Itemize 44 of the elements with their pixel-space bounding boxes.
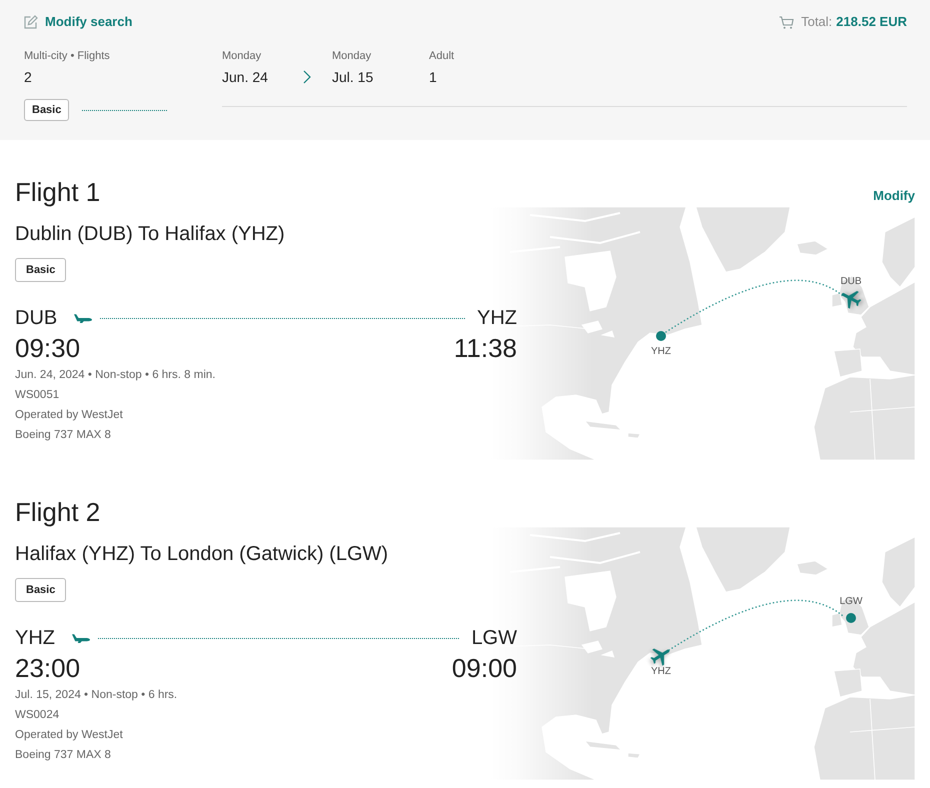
total-label: Total: [801, 13, 832, 31]
arrival-code: LGW [471, 626, 517, 650]
departure-code: DUB [15, 306, 58, 330]
weekday-label: Monday [222, 49, 262, 64]
edit-icon [24, 15, 38, 29]
cart-icon [779, 16, 794, 28]
operator-text: Operated by WestJet [15, 408, 124, 423]
date-value: Jun. 24 [222, 68, 269, 87]
airport-label: LGW [840, 596, 862, 608]
fare-tag: Basic [15, 258, 66, 282]
arrival-time: 11:38 [454, 333, 517, 363]
route-title: Halifax (YHZ) To London (Gatwick) (LGW) [15, 542, 390, 566]
plane-takeoff-icon [74, 313, 92, 323]
operator-text: Operated by WestJet [15, 728, 124, 743]
chevron-right-icon [303, 70, 311, 84]
weekday-label: Monday [332, 49, 372, 64]
passenger-label: Adult [429, 49, 454, 64]
flight-number: WS0051 [15, 388, 60, 403]
total-price: 218.52 EUR [836, 13, 907, 31]
date-value: Jul. 15 [332, 68, 374, 87]
departure-time: 09:30 [15, 333, 80, 363]
plane-takeoff-icon [72, 633, 90, 643]
flight-title: Flight 1 [15, 177, 102, 207]
modify-link[interactable]: Modify [873, 187, 915, 205]
airport-label: YHZ [651, 666, 671, 678]
passenger-count: 1 [429, 68, 438, 87]
flight-title: Flight 2 [15, 497, 102, 527]
trip-details: Jun. 24, 2024 • Non-stop • 6 hrs. 8 min. [15, 368, 216, 383]
aircraft-text: Boeing 737 MAX 8 [15, 748, 112, 763]
airport-label: YHZ [651, 346, 671, 358]
flight-count: 2 [24, 68, 33, 87]
fare-tag: Basic [24, 99, 70, 121]
arrival-time: 09:00 [452, 653, 517, 683]
fare-tag: Basic [15, 578, 66, 602]
trip-summary: Multi-city • Flights [24, 49, 111, 64]
aircraft-text: Boeing 737 MAX 8 [15, 428, 112, 443]
arrival-code: YHZ [477, 306, 517, 330]
departure-time: 23:00 [15, 653, 80, 683]
trip-details: Jul. 15, 2024 • Non-stop • 6 hrs. [15, 688, 178, 703]
flight-number: WS0024 [15, 708, 60, 723]
route-title: Dublin (DUB) To Halifax (YHZ) [15, 222, 286, 246]
airport-label: DUB [840, 276, 862, 288]
modify-search-link[interactable]: Modify search [24, 13, 132, 31]
departure-code: YHZ [15, 626, 55, 650]
